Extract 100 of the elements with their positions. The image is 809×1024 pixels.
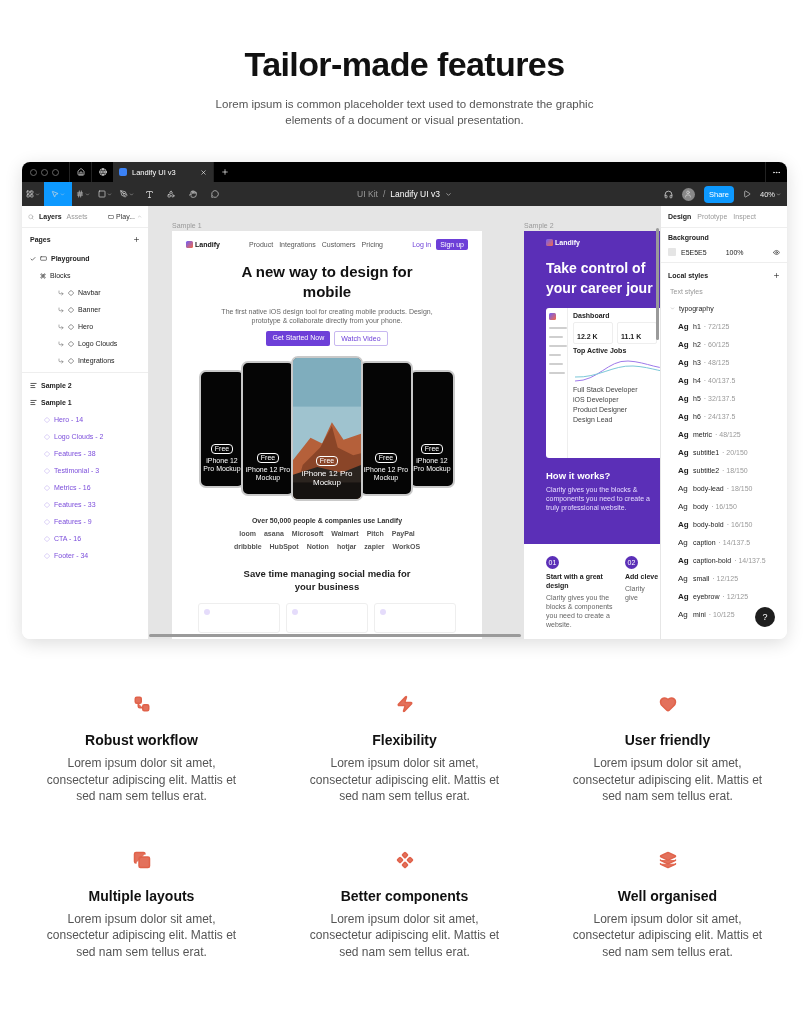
globe-icon[interactable] — [98, 168, 107, 176]
frame-icon — [30, 399, 37, 406]
layers-icon — [658, 850, 677, 869]
arrow-icon — [58, 289, 64, 296]
page-title: Tailor-made features — [244, 44, 565, 84]
color-swatch[interactable] — [668, 248, 676, 256]
check-icon — [30, 255, 36, 262]
diamond-icon — [68, 323, 74, 330]
caret-icon[interactable] — [107, 191, 112, 197]
caret-icon — [137, 214, 142, 219]
style-preview: Ag — [678, 339, 690, 349]
component-icon — [44, 433, 50, 440]
caret-icon[interactable] — [85, 191, 90, 197]
component-icon — [44, 467, 50, 474]
close-icon[interactable] — [200, 168, 207, 176]
style-preview: Ag — [678, 519, 690, 529]
caret-icon[interactable] — [776, 191, 781, 197]
play-icon[interactable] — [743, 190, 751, 198]
frame-icon[interactable] — [76, 190, 84, 198]
style-preview: Ag — [678, 555, 690, 565]
feature-text: Lorem ipsum dolor sit amet, consectetur adipiscing elit. Mattis et sed nam sem tellus erat. — [45, 910, 238, 960]
design-canvas[interactable] — [149, 206, 660, 639]
feature-title: User friendly — [624, 731, 711, 749]
caret-icon[interactable] — [129, 191, 134, 197]
caret-icon — [60, 191, 65, 197]
file-name[interactable]: Landify UI v3 — [390, 189, 440, 199]
frame-icon — [108, 213, 115, 220]
style-preview: Ag — [678, 393, 690, 403]
workflow-icon — [132, 695, 151, 713]
person-icon — [684, 190, 693, 198]
main-menu-icon[interactable] — [26, 190, 34, 198]
logo-icon — [546, 239, 553, 246]
caret-icon[interactable] — [35, 191, 40, 197]
feature-text: Lorem ipsum dolor sit amet, consectetur adipiscing elit. Mattis et sed nam sem tellus erat. — [45, 755, 238, 805]
arrow-icon — [58, 340, 64, 347]
avatar[interactable] — [682, 187, 695, 201]
feature-text: Lorem ipsum dolor sit amet, consectetur adipiscing elit. Mattis et sed nam sem tellus erat. — [308, 910, 501, 960]
component-icon — [44, 416, 50, 423]
copy-icon — [132, 850, 151, 869]
breadcrumb-separator: / — [382, 189, 386, 199]
hero-headline: A new way to design for mobile — [240, 262, 414, 302]
feature-title: Well organised — [617, 886, 718, 905]
file-icon — [119, 168, 127, 176]
card-icon — [292, 609, 298, 615]
section-title: How it works? — [546, 470, 612, 481]
eye-icon[interactable] — [773, 248, 780, 256]
diamond-icon — [68, 357, 74, 364]
headphones-icon[interactable] — [664, 189, 673, 199]
style-preview: Ag — [678, 465, 690, 475]
component-icon — [44, 552, 50, 559]
rectangle-icon[interactable] — [98, 190, 106, 198]
add-style-icon[interactable] — [773, 271, 780, 279]
add-page-icon[interactable] — [133, 235, 140, 243]
style-preview: Ag — [678, 501, 689, 511]
arrow-icon — [58, 306, 64, 313]
section-title: Save time managing social media for your business — [242, 568, 412, 593]
style-preview: Ag — [678, 429, 690, 439]
add-tab-icon[interactable] — [220, 168, 229, 176]
style-preview: Ag — [678, 591, 690, 601]
component-icon — [44, 501, 50, 508]
style-preview: Ag — [678, 357, 690, 367]
feature-text: Lorem ipsum dolor sit amet, consectetur adipiscing elit. Mattis et sed nam sem tellus erat. — [571, 910, 764, 960]
hero-headline: Take control of your career jour — [546, 259, 654, 298]
style-preview: Ag — [678, 321, 690, 331]
style-preview: Ag — [678, 573, 689, 583]
card-icon — [204, 609, 210, 615]
project-name[interactable]: UI Kit — [357, 189, 378, 199]
style-preview: Ag — [678, 609, 689, 619]
lightning-icon — [395, 695, 414, 713]
component-icon — [44, 518, 50, 525]
home-icon[interactable] — [76, 168, 85, 176]
components-icon — [395, 850, 414, 869]
style-preview: Ag — [678, 447, 690, 457]
feature-title: Flexibility — [372, 731, 437, 749]
text-icon[interactable] — [144, 189, 154, 199]
page-subtitle: Lorem ipsum is common placeholder text used to demonstrate the graphic elements of a document or visual presentation. — [214, 97, 595, 128]
diamond-icon — [68, 340, 74, 347]
style-preview: Ag — [678, 375, 690, 385]
comment-icon[interactable] — [211, 190, 219, 198]
card-icon — [380, 609, 386, 615]
hand-icon[interactable] — [189, 190, 197, 198]
component-icon — [44, 535, 50, 542]
scroll-bar[interactable] — [656, 228, 659, 340]
logo-icon — [186, 241, 193, 248]
arrow-icon — [58, 357, 64, 364]
phone-label: iPhone 12 Pro Mockup — [300, 468, 354, 487]
style-preview: Ag — [678, 411, 690, 421]
heart-icon — [658, 695, 677, 713]
pen-icon[interactable] — [120, 190, 128, 198]
feature-title: Multiple layouts — [88, 886, 195, 905]
caret-icon[interactable] — [444, 190, 452, 198]
component-icon — [44, 450, 50, 457]
style-preview: Ag — [678, 537, 689, 547]
scroll-bar[interactable] — [149, 634, 521, 637]
shapes-icon[interactable] — [167, 190, 175, 198]
feature-title: Robust workflow — [85, 731, 198, 749]
style-preview: Ag — [678, 483, 689, 493]
diamond-icon — [68, 306, 74, 313]
arrow-icon — [58, 323, 64, 330]
feature-text: Lorem ipsum dolor sit amet, consectetur adipiscing elit. Mattis et sed nam sem tellus erat. — [571, 755, 764, 805]
